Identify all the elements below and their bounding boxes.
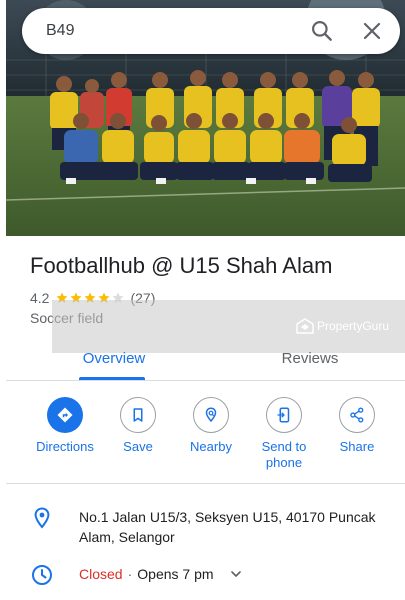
directions-button[interactable]: Directions (28, 397, 102, 455)
directions-label: Directions (36, 439, 94, 454)
search-bar[interactable]: B49 (22, 8, 400, 54)
chevron-down-icon[interactable] (228, 566, 244, 582)
nearby-label: Nearby (190, 439, 232, 454)
tab-reviews[interactable]: Reviews (266, 350, 354, 380)
bookmark-icon (120, 397, 156, 433)
share-label: Share (339, 439, 375, 454)
actions-divider (6, 483, 405, 484)
search-input[interactable]: B49 (46, 22, 74, 40)
watermark-band: PropertyGuru (52, 300, 405, 353)
place-address[interactable]: No.1 Jalan U15/3, Seksyen U15, 40170 Pun… (79, 507, 379, 547)
watermark-logo: PropertyGuru (296, 318, 389, 334)
share-button[interactable]: Share (320, 397, 394, 455)
directions-icon (47, 397, 83, 433)
propertyguru-logo-icon (296, 318, 314, 334)
search-icon[interactable] (309, 18, 335, 44)
place-title: Footballhub @ U15 Shah Alam (30, 253, 333, 278)
hours-detail: Opens 7 pm (137, 566, 214, 582)
rating-value: 4.2 (30, 290, 50, 306)
watermark-text: PropertyGuru (317, 319, 390, 333)
close-icon[interactable] (360, 19, 384, 43)
location-pin-icon (34, 507, 50, 529)
share-icon (339, 397, 375, 433)
hours-status: Closed (79, 566, 123, 582)
opening-hours[interactable]: Closed · Opens 7 pm (79, 566, 244, 582)
hours-separator: · (127, 566, 133, 582)
save-button[interactable]: Save (101, 397, 175, 455)
send-to-phone-label: Send to phone (261, 439, 307, 470)
save-label: Save (123, 439, 153, 454)
nearby-icon (193, 397, 229, 433)
tabs-divider (6, 380, 405, 381)
nearby-button[interactable]: Nearby (174, 397, 248, 455)
send-to-phone-icon (266, 397, 302, 433)
tab-overview[interactable]: Overview (70, 350, 158, 380)
send-to-phone-button[interactable]: Send to phone (247, 397, 321, 471)
clock-icon (32, 565, 52, 585)
